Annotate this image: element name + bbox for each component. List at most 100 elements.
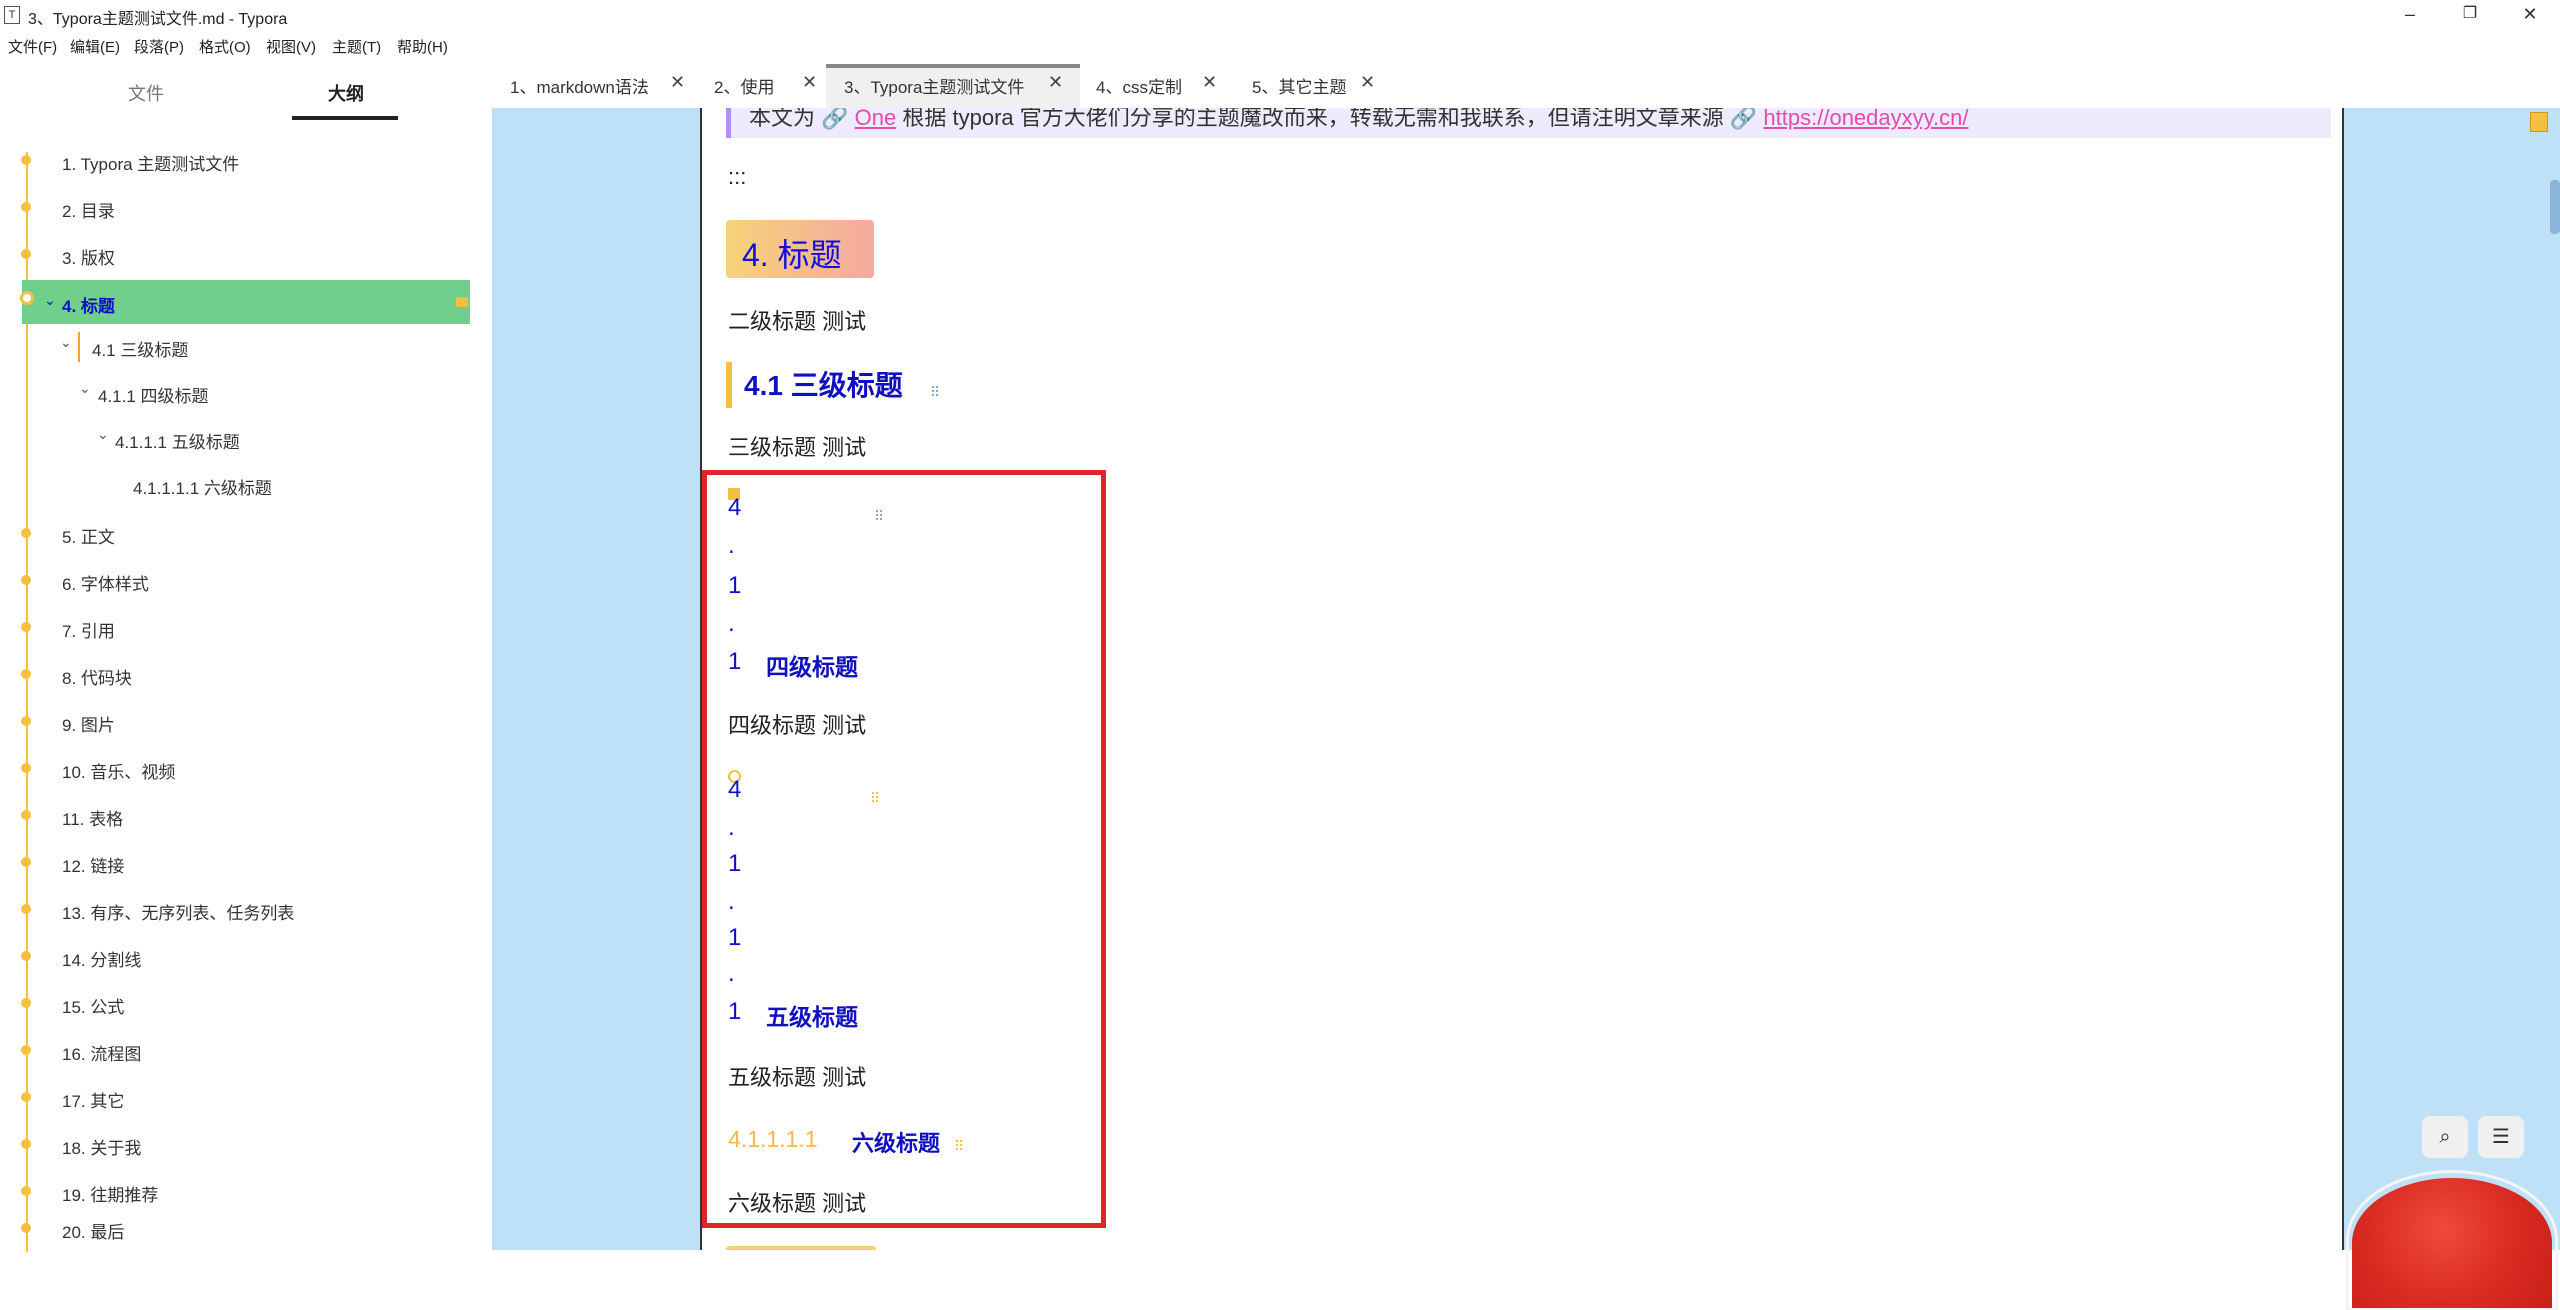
close-tab-icon[interactable]: ✕: [1202, 72, 1217, 93]
tab-label: 1、markdown语法: [510, 78, 649, 97]
search-button[interactable]: ⌕: [2422, 1116, 2468, 1158]
outline-dot: [21, 1223, 31, 1233]
outline-label: 15. 公式: [62, 998, 125, 1017]
outline-item-11[interactable]: 11. 表格: [0, 793, 490, 837]
separator-text: :::: [728, 164, 747, 189]
close-tab-icon[interactable]: ✕: [670, 72, 685, 93]
scrollbar-thumb[interactable]: [2550, 180, 2560, 234]
paragraph-h2-test[interactable]: 二级标题 测试: [728, 304, 866, 336]
outline-label: 17. 其它: [62, 1092, 125, 1111]
outline-dot: [21, 1092, 31, 1102]
outline-label: 4.1.1.1 五级标题: [115, 433, 240, 452]
outline-item-17[interactable]: 17. 其它: [0, 1075, 490, 1119]
heading-2-block[interactable]: 4. 标题: [726, 220, 874, 278]
chevron-down-icon[interactable]: ⌄: [79, 380, 91, 397]
tab-markdown-syntax[interactable]: 1、markdown语法 ✕: [492, 64, 696, 108]
outline-item-7[interactable]: 7. 引用: [0, 605, 490, 649]
outline-item-20[interactable]: 20. 最后: [0, 1206, 490, 1250]
outline-item-4-active[interactable]: ⌄ 4. 标题: [0, 280, 490, 324]
outline-item-1[interactable]: 1. Typora 主题测试文件: [0, 138, 490, 182]
maximize-button[interactable]: ❐: [2440, 0, 2500, 30]
outline-dot: [21, 1139, 31, 1149]
search-icon: ⌕: [2439, 1126, 2451, 1148]
active-marker: [456, 297, 468, 307]
link-icon: 🔗: [821, 108, 849, 130]
quote-prefix: 本文为: [749, 108, 816, 130]
drag-handle-icon[interactable]: ⠿: [930, 384, 940, 401]
quote-middle: 根据 typora 官方大佬们分享的主题魔改而来，转载无需和我联系，但请注明文章…: [902, 108, 1724, 130]
outline-label: 9. 图片: [62, 716, 115, 735]
outline-dot: [21, 528, 31, 538]
close-window-button[interactable]: ✕: [2500, 0, 2560, 30]
outline-item-10[interactable]: 10. 音乐、视频: [0, 746, 490, 790]
outline-toggle-button[interactable]: ☰: [2478, 1116, 2524, 1158]
outline-item-4-1-1[interactable]: ⌄ 4.1.1 四级标题: [0, 370, 490, 414]
outline-dot: [21, 998, 31, 1008]
menu-view[interactable]: 视图(V): [266, 36, 316, 57]
title-bar: T 3、Typora主题测试文件.md - Typora – ❐ ✕: [0, 0, 2560, 30]
blockquote-text: 本文为 🔗 One 根据 typora 官方大佬们分享的主题魔改而来，转载无需和…: [749, 108, 1968, 132]
outline-item-5[interactable]: 5. 正文: [0, 511, 490, 555]
outline-item-15[interactable]: 15. 公式: [0, 981, 490, 1025]
outline-item-4-1-1-1[interactable]: ⌄ 4.1.1.1 五级标题: [0, 416, 490, 460]
outline-item-12[interactable]: 12. 链接: [0, 840, 490, 884]
outline-item-16[interactable]: 16. 流程图: [0, 1028, 490, 1072]
tab-usage[interactable]: 2、使用 ✕: [696, 64, 826, 108]
outline-dot: [21, 155, 31, 165]
outline-label: 19. 往期推荐: [62, 1186, 159, 1205]
outline-dot: [21, 202, 31, 212]
outline-item-4-1[interactable]: ⌄ 4.1 三级标题: [0, 324, 490, 368]
outline-item-2[interactable]: 2. 目录: [0, 185, 490, 229]
tab-other-themes[interactable]: 5、其它主题 ✕: [1232, 64, 1392, 108]
outline-item-14[interactable]: 14. 分割线: [0, 934, 490, 978]
document-tab-bar: 1、markdown语法 ✕ 2、使用 ✕ 3、Typora主题测试文件 ✕ 4…: [492, 64, 2560, 108]
menu-format[interactable]: 格式(O): [199, 36, 251, 57]
sidebar-tab-outline[interactable]: 大纲: [328, 80, 364, 106]
author-link[interactable]: One: [855, 108, 897, 130]
outline-label: 1. Typora 主题测试文件: [62, 155, 240, 174]
outline-dot: [21, 716, 31, 726]
outline-label: 4.1 三级标题: [92, 341, 189, 360]
chevron-down-icon[interactable]: ⌄: [60, 334, 72, 351]
outline-label: 20. 最后: [62, 1223, 125, 1242]
tab-typora-theme-test[interactable]: 3、Typora主题测试文件 ✕: [826, 64, 1080, 108]
outline-dot: [21, 951, 31, 961]
outline-label: 3. 版权: [62, 249, 115, 268]
minimize-button[interactable]: –: [2380, 0, 2440, 30]
menu-paragraph[interactable]: 段落(P): [134, 36, 184, 57]
outline-label: 2. 目录: [62, 202, 115, 221]
outline-item-18[interactable]: 18. 关于我: [0, 1122, 490, 1166]
outline-dot: [21, 857, 31, 867]
outline-item-8[interactable]: 8. 代码块: [0, 652, 490, 696]
chevron-down-icon[interactable]: ⌄: [44, 292, 56, 309]
heading-2-text: 4. 标题: [742, 237, 842, 273]
source-link[interactable]: https://onedayxyy.cn/: [1763, 108, 1968, 130]
outline-item-13[interactable]: 13. 有序、无序列表、任务列表: [0, 887, 490, 931]
blockquote: 本文为 🔗 One 根据 typora 官方大佬们分享的主题魔改而来，转载无需和…: [726, 108, 2331, 138]
outline-label: 4. 标题: [62, 297, 115, 316]
menu-file[interactable]: 文件(F): [8, 36, 57, 57]
outline-dot: [21, 622, 31, 632]
menu-theme[interactable]: 主题(T): [332, 36, 381, 57]
mascot-image[interactable]: [2352, 1178, 2552, 1308]
menu-help[interactable]: 帮助(H): [397, 36, 448, 57]
close-tab-icon[interactable]: ✕: [1048, 72, 1063, 93]
menu-edit[interactable]: 编辑(E): [70, 36, 120, 57]
close-tab-icon[interactable]: ✕: [1360, 72, 1375, 93]
heading-3-text[interactable]: 4.1 三级标题: [744, 364, 903, 404]
menu-icon: ☰: [2492, 1126, 2510, 1148]
window-title: 3、Typora主题测试文件.md - Typora: [28, 11, 288, 28]
bookmark-icon[interactable]: [2530, 112, 2548, 132]
outline-item-6[interactable]: 6. 字体样式: [0, 558, 490, 602]
outline-label: 5. 正文: [62, 528, 115, 547]
chevron-down-icon[interactable]: ⌄: [97, 426, 109, 443]
tab-label: 3、Typora主题测试文件: [844, 78, 1025, 97]
paragraph-h3-test[interactable]: 三级标题 测试: [728, 430, 866, 462]
close-tab-icon[interactable]: ✕: [802, 72, 817, 93]
outline-item-3[interactable]: 3. 版权: [0, 232, 490, 276]
outline-item-9[interactable]: 9. 图片: [0, 699, 490, 743]
tab-css-custom[interactable]: 4、css定制 ✕: [1080, 64, 1232, 108]
sidebar-tab-files[interactable]: 文件: [128, 80, 164, 106]
outline-dot: [21, 810, 31, 820]
outline-item-4-1-1-1-1[interactable]: 4.1.1.1.1 六级标题: [0, 462, 490, 506]
